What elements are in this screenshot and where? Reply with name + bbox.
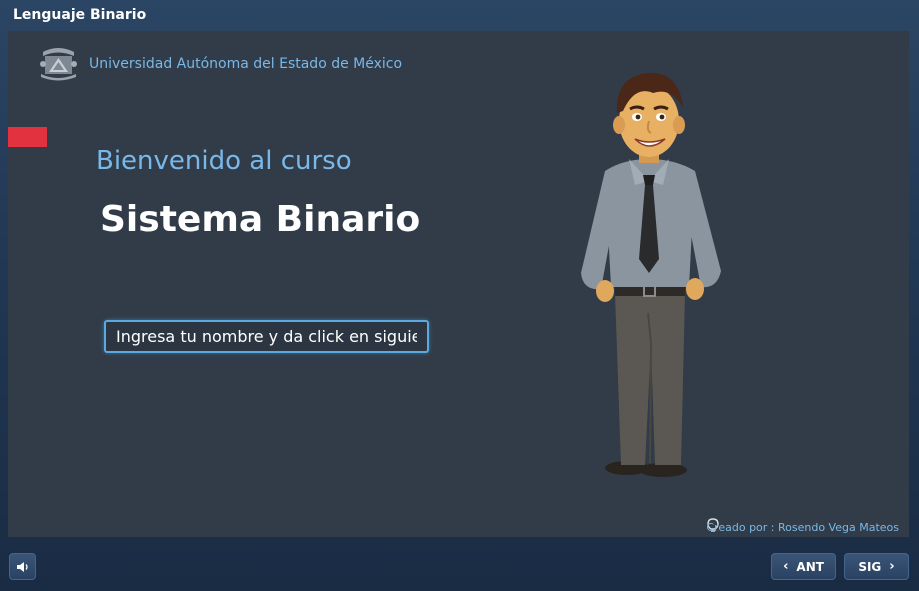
name-input[interactable]: [104, 320, 429, 353]
slide-marker: [8, 127, 47, 147]
slide-canvas: Universidad Autónoma del Estado de Méxic…: [8, 31, 909, 537]
chevron-left-icon: ‹: [783, 559, 789, 574]
chevron-right-icon: ›: [889, 559, 895, 574]
previous-button[interactable]: ‹ ANT: [771, 553, 836, 580]
author-credit: Creado por : Rosendo Vega Mateos: [706, 521, 899, 534]
welcome-heading: Bienvenido al curso: [96, 146, 352, 176]
speaker-icon: [16, 561, 28, 572]
university-crest-icon: [40, 48, 77, 81]
instructor-character-illustration: [581, 72, 721, 477]
course-title: Sistema Binario: [100, 199, 421, 240]
university-name: Universidad Autónoma del Estado de Méxic…: [89, 56, 403, 72]
audio-toggle-button[interactable]: [9, 553, 36, 580]
window-title: Lenguaje Binario: [13, 7, 147, 23]
next-button-label: SIG: [858, 559, 882, 574]
previous-button-label: ANT: [796, 559, 824, 574]
next-button[interactable]: SIG ›: [844, 553, 909, 580]
